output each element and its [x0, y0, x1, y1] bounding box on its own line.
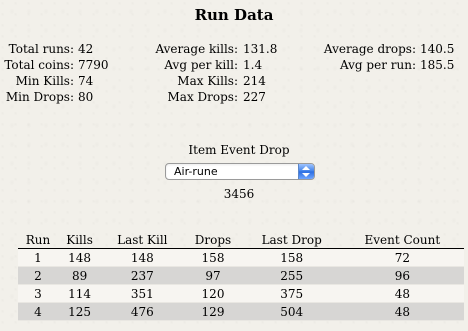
cell-last-kill: 351: [101, 284, 184, 303]
item-event-drop-label: Item Event Drop: [188, 143, 290, 157]
event-count-total: 3456: [223, 187, 255, 201]
cell-kills: 148: [57, 248, 102, 267]
table-header-row: Run Kills Last Kill Drops Last Drop Even…: [18, 231, 464, 249]
stat-row: Total coins: 7790 Avg per kill: 1.4 Avg …: [0, 57, 468, 73]
header-event-count: Event Count: [340, 231, 464, 249]
cell-last-kill: 476: [101, 302, 184, 321]
total-runs-label: Total runs:: [8, 42, 74, 56]
table-row: 3 114 351 120 375 48: [18, 284, 464, 303]
table-row: 1 148 148 158 158 72: [18, 248, 464, 267]
avg-per-kill-value: 1.4: [243, 58, 263, 72]
cell-event-count: 72: [340, 248, 464, 267]
average-kills-value: 131.8: [243, 42, 278, 56]
min-drops-value: 80: [78, 90, 94, 104]
item-event-select-value: Air-rune: [174, 165, 218, 178]
avg-per-run-label: Avg per run:: [339, 58, 416, 72]
item-event-select[interactable]: Air-rune: [165, 163, 315, 180]
max-drops-label: Max Drops:: [167, 90, 239, 104]
cell-last-drop: 375: [242, 284, 341, 303]
header-kills: Kills: [57, 231, 102, 249]
cell-last-drop: 158: [242, 248, 341, 267]
max-kills-label: Max Kills:: [177, 74, 238, 88]
cell-run: 3: [18, 284, 58, 303]
avg-per-run-value: 185.5: [420, 58, 455, 72]
stat-row: Total runs: 42 Average kills: 131.8 Aver…: [0, 41, 468, 57]
avg-per-kill-label: Avg per kill:: [164, 58, 238, 72]
cell-kills: 114: [57, 284, 102, 303]
cell-drops: 97: [183, 266, 243, 285]
runs-table: Run Kills Last Kill Drops Last Drop Even…: [18, 231, 464, 321]
average-drops-label: Average drops:: [323, 42, 416, 56]
cell-drops: 158: [183, 248, 243, 267]
cell-run: 1: [18, 248, 58, 267]
cell-event-count: 48: [340, 284, 464, 303]
min-kills-value: 74: [78, 74, 94, 88]
average-drops-value: 140.5: [420, 42, 455, 56]
cell-drops: 129: [183, 302, 243, 321]
header-drops: Drops: [183, 231, 243, 249]
cell-last-kill: 237: [101, 266, 184, 285]
cell-drops: 120: [183, 284, 243, 303]
cell-kills: 89: [57, 266, 102, 285]
cell-run: 2: [18, 266, 58, 285]
max-kills-value: 214: [243, 74, 266, 88]
cell-last-drop: 504: [242, 302, 341, 321]
select-arrows-icon[interactable]: [298, 164, 314, 179]
stat-row: Min Drops: 80 Max Drops: 227: [0, 89, 468, 105]
average-kills-label: Average kills:: [155, 42, 238, 56]
header-last-drop: Last Drop: [242, 231, 341, 249]
stats-panel: Total runs: 42 Average kills: 131.8 Aver…: [0, 41, 468, 105]
header-run: Run: [18, 231, 58, 249]
cell-last-drop: 255: [242, 266, 341, 285]
min-kills-label: Min Kills:: [15, 74, 74, 88]
page-title: Run Data: [194, 6, 274, 24]
total-coins-label: Total coins:: [4, 58, 74, 72]
total-coins-value: 7790: [78, 58, 109, 72]
cell-event-count: 48: [340, 302, 464, 321]
cell-run: 4: [18, 302, 58, 321]
cell-last-kill: 148: [101, 248, 184, 267]
max-drops-value: 227: [243, 90, 266, 104]
stat-row: Min Kills: 74 Max Kills: 214: [0, 73, 468, 89]
min-drops-label: Min Drops:: [5, 90, 74, 104]
cell-event-count: 96: [340, 266, 464, 285]
table-row: 4 125 476 129 504 48: [18, 302, 464, 321]
updown-arrows-icon: [302, 166, 310, 177]
total-runs-value: 42: [78, 42, 94, 56]
header-last-kill: Last Kill: [101, 231, 184, 249]
cell-kills: 125: [57, 302, 102, 321]
table-row: 2 89 237 97 255 96: [18, 266, 464, 285]
